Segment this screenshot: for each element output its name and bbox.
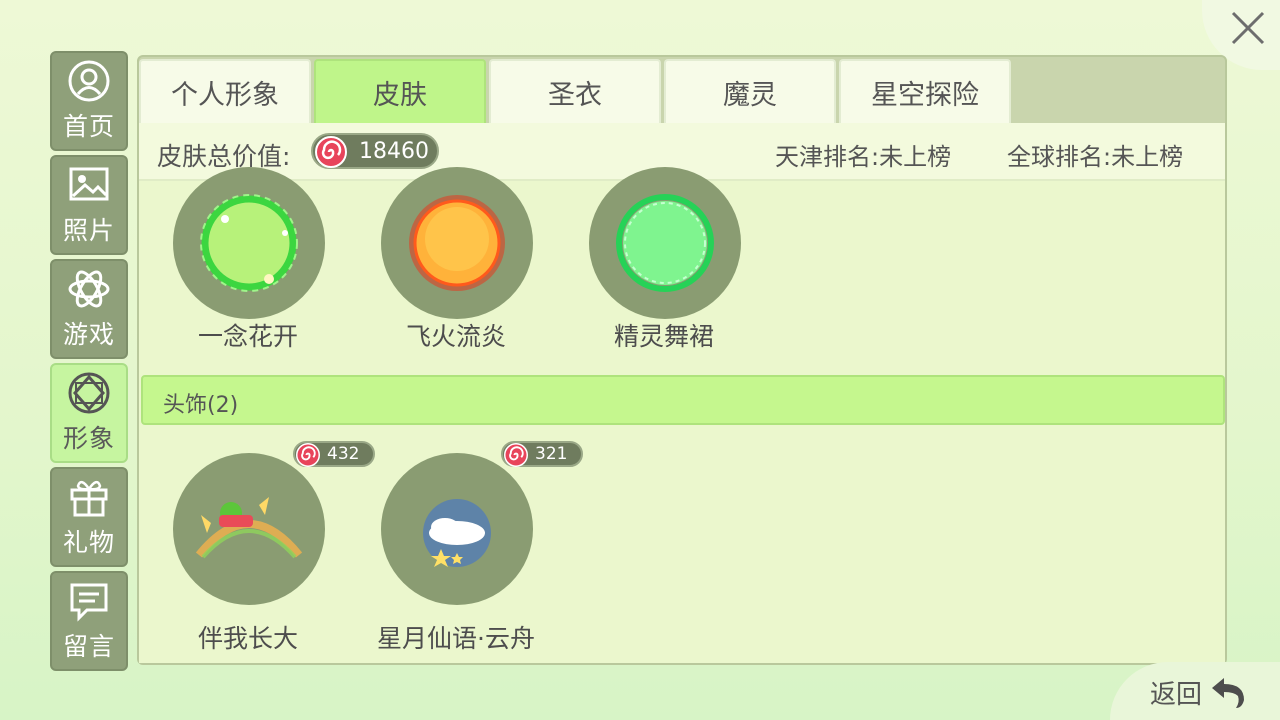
sidebar-item-label: 礼物 xyxy=(62,528,115,557)
sidebar-item-gifts[interactable]: 礼物 xyxy=(50,467,128,567)
headwear-name: 星月仙语·云舟 xyxy=(377,624,535,653)
main-panel: 个人形象 皮肤 圣衣 魔灵 星空探险 皮肤总价值: 18460 天津排名:未上榜… xyxy=(137,55,1227,665)
price-value: 432 xyxy=(327,444,360,464)
gem-icon xyxy=(67,371,111,415)
atom-icon xyxy=(67,267,111,311)
candy-coin-icon xyxy=(296,443,320,467)
skin-name: 精灵舞裙 xyxy=(613,322,714,351)
skin-name: 一念花开 xyxy=(197,322,298,351)
gift-icon xyxy=(67,475,111,519)
skin-thumbnail xyxy=(589,167,741,319)
skin-thumbnail xyxy=(381,167,533,319)
tab-skins[interactable]: 皮肤 xyxy=(314,59,486,123)
price-value: 321 xyxy=(535,444,568,464)
headwear-thumbnail xyxy=(381,453,533,605)
headwear-section-header[interactable]: 头饰(2) xyxy=(141,375,1225,425)
back-button[interactable]: 返回 xyxy=(1110,662,1280,720)
close-icon xyxy=(1231,11,1265,45)
total-value-badge: 18460 xyxy=(311,133,439,169)
global-rank: 全球排名:未上榜 xyxy=(1007,143,1184,171)
skin-item-spirit[interactable]: 精灵舞裙 xyxy=(569,167,759,367)
user-icon xyxy=(67,59,111,103)
skin-item-flower[interactable]: 一念花开 xyxy=(153,167,343,367)
tab-holy-armor[interactable]: 圣衣 xyxy=(489,59,661,123)
skin-name: 飞火流炎 xyxy=(405,322,506,351)
skins-content[interactable]: 皮肤总价值: 18460 天津排名:未上榜 全球排名:未上榜 一念花开 飞火流炎 xyxy=(139,123,1225,663)
headwear-thumbnail xyxy=(173,453,325,605)
sidebar-item-home[interactable]: 首页 xyxy=(50,51,128,151)
headwear-name: 伴我长大 xyxy=(197,624,298,653)
tab-personal-image[interactable]: 个人形象 xyxy=(139,59,311,123)
sidebar-item-photos[interactable]: 照片 xyxy=(50,155,128,255)
sidebar-item-label: 照片 xyxy=(62,216,115,245)
tab-star-exploration[interactable]: 星空探险 xyxy=(839,59,1011,123)
headwear-section-label: 头饰(2) xyxy=(163,393,239,418)
candy-coin-icon xyxy=(315,136,347,168)
sidebar-item-label: 游戏 xyxy=(62,320,115,349)
skin-thumbnail xyxy=(173,167,325,319)
sidebar-item-avatar[interactable]: 形象 xyxy=(50,363,128,463)
total-value: 18460 xyxy=(359,139,429,164)
candy-coin-icon xyxy=(504,443,528,467)
sidebar-item-label: 首页 xyxy=(62,112,115,141)
sidebar: 首页 照片 游戏 形象 礼物 留言 xyxy=(50,51,128,675)
message-icon xyxy=(67,579,111,623)
skin-item-flame[interactable]: 飞火流炎 xyxy=(361,167,551,367)
undo-arrow-icon xyxy=(1212,678,1244,708)
headwear-item-starmoon[interactable]: 321 星月仙语·云舟 xyxy=(361,441,583,653)
price-tag: 321 xyxy=(501,441,583,467)
tianjin-rank: 天津排名:未上榜 xyxy=(775,143,952,171)
sidebar-item-games[interactable]: 游戏 xyxy=(50,259,128,359)
sidebar-item-label: 留言 xyxy=(62,632,115,661)
tab-bar: 个人形象 皮肤 圣衣 魔灵 星空探险 xyxy=(139,59,1014,123)
photo-icon xyxy=(67,163,111,207)
tab-spirits[interactable]: 魔灵 xyxy=(664,59,836,123)
headwear-item-grow[interactable]: 432 伴我长大 xyxy=(153,441,375,653)
sidebar-item-messages[interactable]: 留言 xyxy=(50,571,128,671)
sidebar-item-label: 形象 xyxy=(62,424,115,453)
back-label: 返回 xyxy=(1150,680,1203,710)
